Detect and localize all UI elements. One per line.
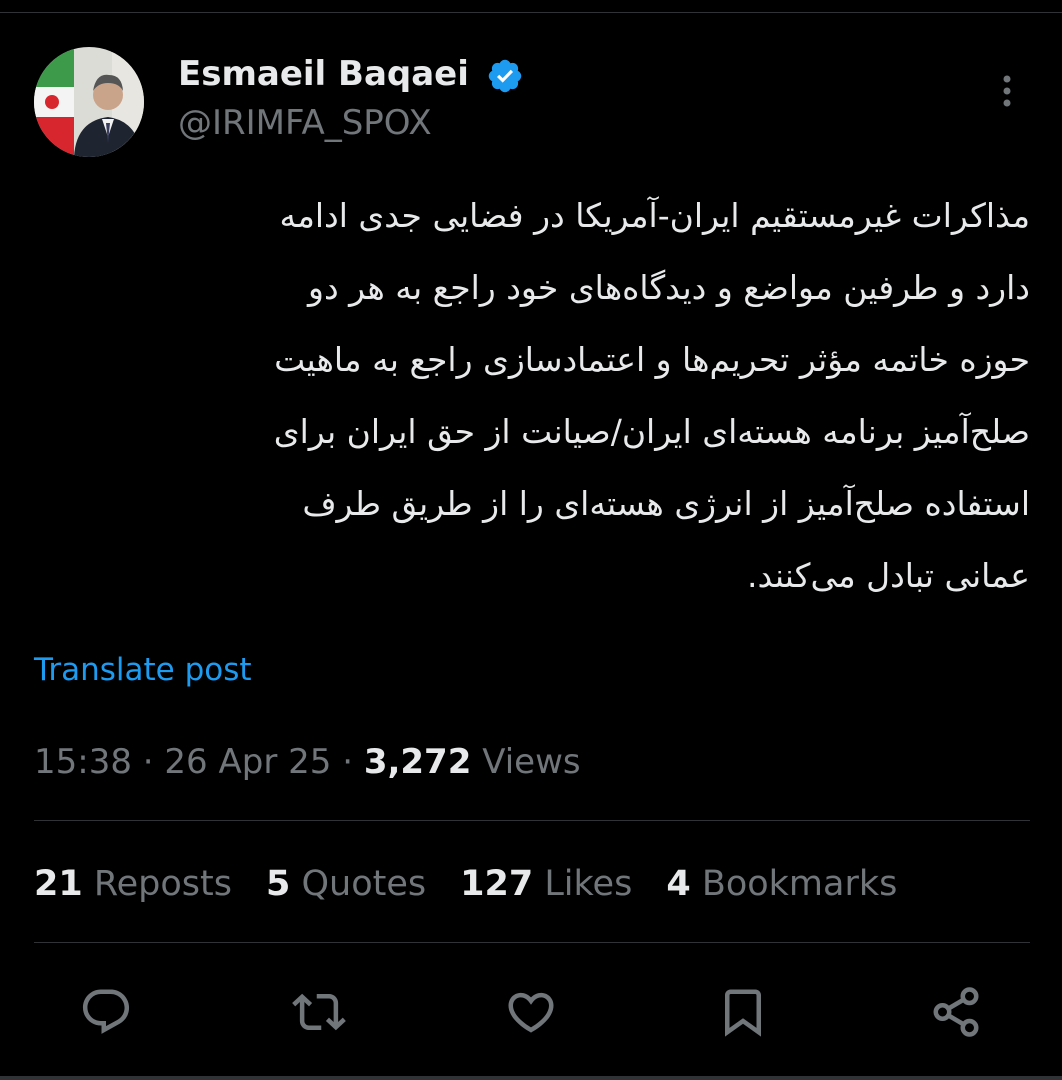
views-count: 3,272 [363,742,472,782]
post-text-line: حوزه خاتمه مؤثر تحریم‌ها و اعتمادسازی را… [274,340,1030,379]
share-button[interactable] [928,984,984,1040]
bookmark-icon [725,989,761,1037]
like-icon [508,992,554,1033]
quotes-count: 5 [265,864,291,904]
share-icon [933,987,979,1037]
likes-label: Likes [544,864,633,904]
post-text-line: صلح‌آمیز برنامه هسته‌ای ایران/صیانت از ح… [273,412,1030,451]
avatar[interactable] [34,47,144,157]
avatar-image [34,47,144,157]
post-text-line: مذاکرات غیرمستقیم ایران-آمریکا در فضایی … [279,196,1030,235]
post-date[interactable]: 26 Apr 25 [164,742,331,782]
divider [34,820,1030,821]
author-display-name[interactable]: Esmaeil Baqaei [178,54,469,94]
quotes-stat[interactable]: 5 Quotes [266,863,426,905]
meta-separator: · [131,742,165,782]
translate-post-link[interactable]: Translate post [34,650,252,690]
post-text: مذاکرات غیرمستقیم ایران-آمریکا در فضایی … [30,180,1030,612]
more-options-icon[interactable] [990,72,1024,112]
reply-icon [82,989,130,1034]
like-button[interactable] [503,984,559,1040]
quotes-label: Quotes [301,864,427,904]
divider [34,942,1030,943]
post-meta: 15:38 · 26 Apr 25 · 3,272 Views [34,742,581,782]
reposts-stat[interactable]: 21 Reposts [34,863,232,905]
repost-button[interactable] [291,984,347,1040]
post-stats: 21 Reposts 5 Quotes 127 Likes 4 Bookmarks [34,863,931,905]
author-handle[interactable]: @IRIMFA_SPOX [178,103,432,143]
post-text-line: دارد و طرفین مواضع و دیدگاه‌های خود راجع… [308,268,1030,307]
reply-button[interactable] [78,984,134,1040]
views-label: Views [482,742,581,782]
bookmark-button[interactable] [715,984,771,1040]
likes-count: 127 [460,864,534,904]
bookmarks-stat[interactable]: 4 Bookmarks [666,863,897,905]
bookmarks-label: Bookmarks [701,864,898,904]
post-time[interactable]: 15:38 [34,742,132,782]
post-text-line: استفاده صلح‌آمیز از انرژی هسته‌ای را از … [302,484,1030,523]
likes-stat[interactable]: 127 Likes [460,863,632,905]
bottom-border [0,1076,1062,1080]
bookmarks-count: 4 [666,864,691,904]
post-text-line: عمانی تبادل می‌کنند. [747,556,1030,595]
top-divider [0,12,1062,13]
reposts-label: Reposts [93,864,232,904]
verified-badge-icon [486,57,524,95]
reposts-count: 21 [34,864,83,904]
repost-icon [292,993,346,1031]
meta-separator: · [331,742,364,782]
